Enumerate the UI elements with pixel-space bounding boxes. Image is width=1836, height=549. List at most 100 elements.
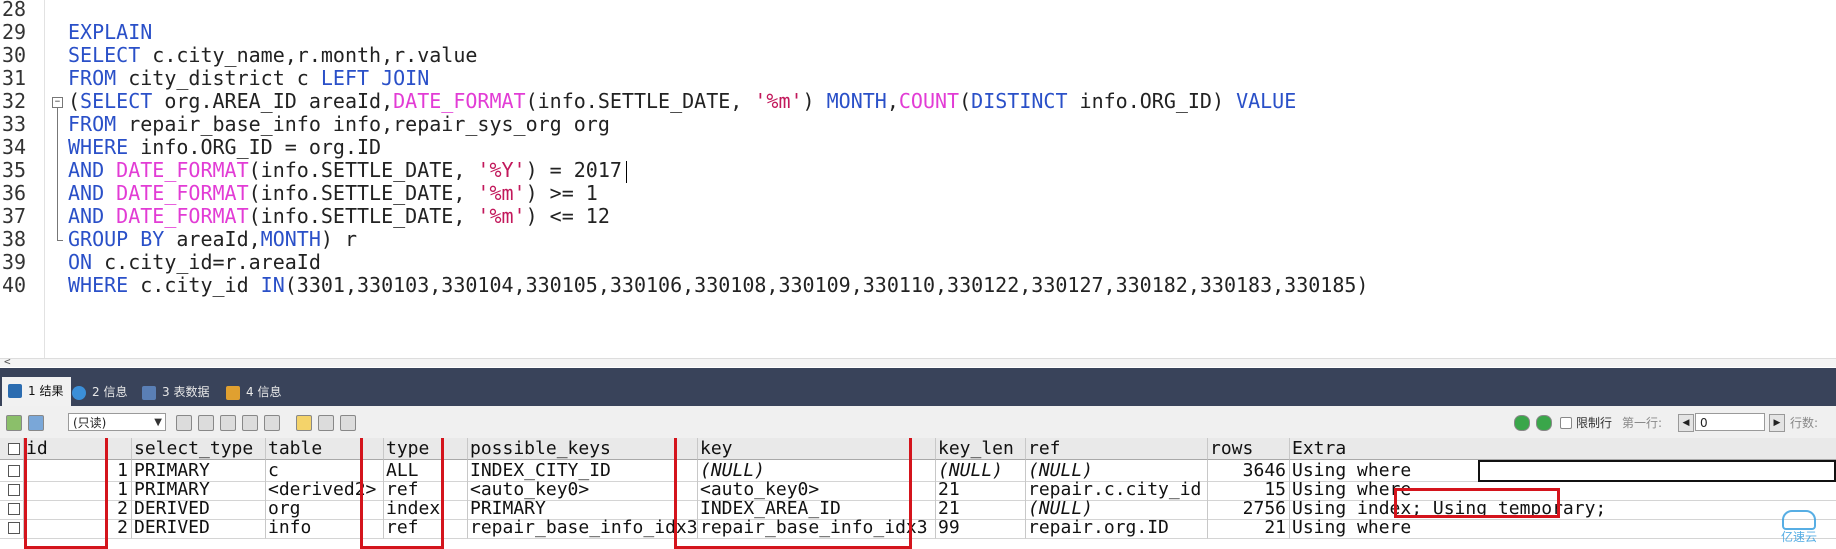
delete-icon[interactable] [242,415,258,431]
sql-keyword: IN [260,273,285,297]
sql-string: '%m' [477,181,526,205]
sql-keyword: AND [68,181,105,205]
row-checkbox[interactable] [8,503,20,515]
cell-ref[interactable]: repair.org.ID [1026,517,1208,539]
cell-key[interactable]: repair_base_info_idx3 [698,517,936,539]
sql-editor[interactable]: 28 29 30 31 32 33 34 35 36 37 38 39 40 EXPLAIN SELECT… [0,0,1836,367]
sql-keyword: ON [68,250,93,274]
fold-guide-end [57,240,63,241]
column-header-key-len[interactable]: key_len [936,438,1026,460]
grid-header-row: id select_type table type possible_keys key ke… [0,438,1836,460]
select-all-cell [0,438,24,460]
cell-id[interactable]: 2 [24,517,132,539]
column-header-possible-keys[interactable]: possible_keys [468,438,698,460]
limit-label: 限制行 [1576,416,1613,430]
sql-text: c.city_id [128,273,261,297]
cell-key-len[interactable]: 99 [936,517,1026,539]
column-header-type[interactable]: type [384,438,468,460]
scroll-left-arrow-icon[interactable]: < [4,355,11,367]
cell-extra[interactable]: Using where [1290,517,1836,539]
first-row-label: 第一行: [1622,416,1663,430]
column-header-table[interactable]: table [266,438,384,460]
column-header-key[interactable]: key [698,438,936,460]
sql-keyword: LEFT JOIN [320,66,430,90]
prev-page-icon[interactable]: ◀ [1678,414,1694,432]
row-checkbox[interactable] [8,484,20,496]
tab-label: 2 信息 [92,385,128,399]
sql-function: DATE_FORMAT [116,158,249,182]
line-number-gutter: 28 29 30 31 32 33 34 35 36 37 38 39 40 [0,0,45,367]
form-view-icon[interactable] [318,415,334,431]
export-icon[interactable] [6,415,22,431]
row-select-cell [0,517,24,539]
column-header-id[interactable]: id [24,438,132,460]
filter-icon[interactable] [1514,415,1530,431]
cell-table[interactable]: info [266,517,384,539]
sql-string: '%m' [477,204,526,228]
sql-keyword: FROM [68,112,117,136]
tab-results[interactable]: 1 结果 [2,377,72,406]
sql-text: ( [68,89,81,113]
paste-icon[interactable] [198,415,214,431]
refresh-icon[interactable] [264,415,280,431]
sql-keyword: WHERE [68,135,129,159]
sql-keyword: FROM [68,66,117,90]
next-page-icon[interactable]: ▶ [1769,414,1785,432]
tab-label: 3 表数据 [162,385,210,399]
editor-horizontal-scrollbar[interactable]: < [0,355,1836,367]
save-icon[interactable] [220,415,236,431]
select-all-checkbox[interactable] [8,443,20,455]
sql-text: ) <= 12 [525,204,610,228]
chevron-down-icon: ▼ [154,417,162,428]
cell-type[interactable]: ref [384,517,468,539]
result-grid: id select_type table type possible_keys key ke… [0,438,1836,549]
readonly-value: (只读) [73,416,107,430]
cell-select-type[interactable]: DERIVED [132,517,266,539]
watermark-logo: 亿速云 [1768,510,1830,544]
copy-icon[interactable] [176,415,192,431]
sql-text: c.city_id=r.areaId [92,250,321,274]
rows-label: 行数: [1790,416,1819,430]
sql-text: org.AREA_ID areaId, [152,89,394,113]
sql-keyword: EXPLAIN [68,20,153,44]
sql-function: DATE_FORMAT [116,181,249,205]
info-icon [226,386,240,400]
first-row-input[interactable]: 0 [1695,413,1765,431]
table-row[interactable]: 2 DERIVED info ref repair_base_info_idx3 repa… [0,517,1836,539]
text-view-icon[interactable] [340,415,356,431]
sql-function: COUNT [898,89,960,113]
row-checkbox[interactable] [8,522,20,534]
sql-text: ) r [320,227,357,251]
info-icon [72,386,86,400]
column-header-select-type[interactable]: select_type [132,438,266,460]
sql-string: '%Y' [477,158,526,182]
sql-text: ) >= 1 [525,181,598,205]
cell-rows[interactable]: 21 [1208,517,1290,539]
fold-guide-line [57,108,58,240]
tab-table-data[interactable]: 3 表数据 [136,379,217,406]
sql-text: areaId, [164,227,261,251]
column-header-ref[interactable]: ref [1026,438,1208,460]
reload-icon[interactable] [1536,415,1552,431]
tab-info-4[interactable]: 4 信息 [220,379,289,406]
sql-text: , [886,89,899,113]
limit-checkbox[interactable] [1560,417,1572,429]
readonly-select[interactable]: (只读) ▼ [68,413,166,431]
result-grid-icon [8,384,22,398]
sql-text: ) [802,89,827,113]
row-checkbox[interactable] [8,465,20,477]
collapse-minus-icon[interactable]: − [52,97,63,108]
sql-text: (3301,330103,330104,330105,330106,330108… [284,273,1369,297]
sql-text: info.ORG_ID) [1067,89,1237,113]
result-toolbar: (只读) ▼ 限制行 第一行: ◀ 0 ▶ 行数: [0,406,1836,439]
column-header-extra[interactable]: Extra [1290,438,1836,460]
sql-text: (info.SETTLE_DATE, [525,89,755,113]
sql-text: (info.SETTLE_DATE, [248,158,478,182]
grid-view-icon[interactable] [296,415,312,431]
column-header-rows[interactable]: rows [1208,438,1290,460]
tab-info-2[interactable]: 2 信息 [66,379,135,406]
import-icon[interactable] [28,415,44,431]
cell-possible-keys[interactable]: repair_base_info_idx3 [468,517,698,539]
sql-keyword: SELECT [68,43,141,67]
